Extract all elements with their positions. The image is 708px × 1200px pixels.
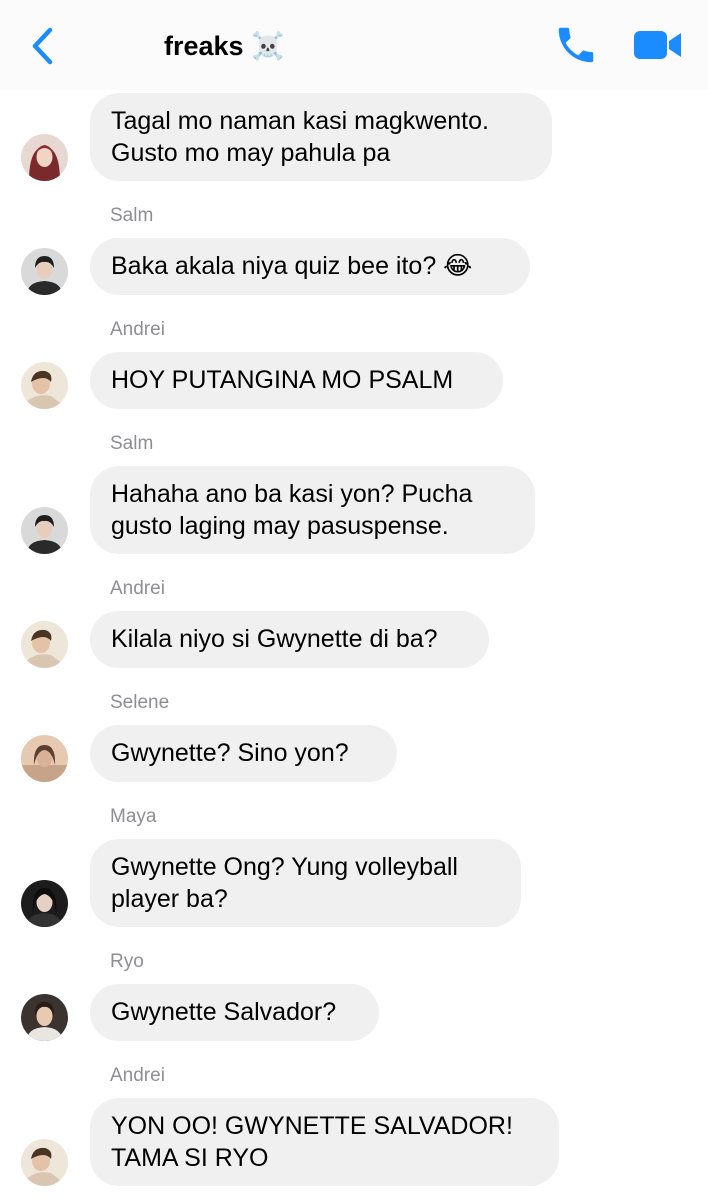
avatar-photo [21, 621, 68, 668]
message-bubble[interactable]: Baka akala niya quiz bee ito? 😂 [90, 238, 530, 295]
avatar[interactable] [21, 134, 68, 181]
avatar[interactable] [21, 880, 68, 927]
avatar[interactable] [21, 507, 68, 554]
sender-name: Maya [110, 806, 157, 827]
avatar-photo [21, 134, 68, 181]
message-group: Andrei HOY PUTANGINA MO PSALM [0, 318, 708, 413]
message-bubble[interactable]: Tagal mo naman kasi magkwento. Gusto mo … [90, 93, 552, 181]
message-group: Andrei Kilala niyo si Gwynette di ba? [0, 577, 708, 672]
avatar[interactable] [21, 621, 68, 668]
avatar-photo [21, 735, 68, 782]
sender-name: Ryo [110, 951, 144, 972]
message-bubble[interactable]: HOY PUTANGINA MO PSALM [90, 352, 503, 409]
avatar[interactable] [21, 1139, 68, 1186]
message-group: Maya Gwynette Ong? Yung volleyball playe… [0, 805, 708, 930]
sender-name: Andrei [110, 1065, 165, 1086]
message-group: Andrei YON OO! GWYNETTE SALVADOR! TAMA S… [0, 1064, 708, 1189]
back-button[interactable] [28, 24, 58, 68]
message-list[interactable]: Tagal mo naman kasi magkwento. Gusto mo … [0, 90, 708, 1200]
sender-name: Andrei [110, 578, 165, 599]
sender-name: Salm [110, 205, 154, 226]
chat-title[interactable]: freaks ☠️ [164, 26, 285, 66]
message-group: Salm Hahaha ano ba kasi yon? Pucha gusto… [0, 432, 708, 557]
video-camera-icon [634, 31, 681, 59]
message-bubble[interactable]: Kilala niyo si Gwynette di ba? [90, 611, 489, 668]
avatar-photo [21, 880, 68, 927]
avatar[interactable] [21, 735, 68, 782]
avatar[interactable] [21, 362, 68, 409]
avatar[interactable] [21, 994, 68, 1041]
message-bubble[interactable]: YON OO! GWYNETTE SALVADOR! TAMA SI RYO [90, 1098, 559, 1186]
chat-header: freaks ☠️ [0, 0, 708, 90]
message-bubble[interactable]: Gwynette? Sino yon? [90, 725, 397, 782]
message-group: Selene Gwynette? Sino yon? [0, 691, 708, 786]
phone-icon [558, 27, 594, 63]
message-bubble[interactable]: Gwynette Salvador? [90, 984, 379, 1041]
sender-name: Salm [110, 433, 154, 454]
message-group: Tagal mo naman kasi magkwento. Gusto mo … [0, 90, 708, 185]
back-chevron-icon [32, 27, 53, 65]
avatar-photo [21, 507, 68, 554]
avatar-photo [21, 1139, 68, 1186]
video-call-button[interactable] [632, 28, 684, 62]
sender-name: Selene [110, 692, 170, 713]
message-group: Ryo Gwynette Salvador? [0, 950, 708, 1045]
message-bubble[interactable]: Hahaha ano ba kasi yon? Pucha gusto lagi… [90, 466, 535, 554]
message-bubble[interactable]: Gwynette Ong? Yung volleyball player ba? [90, 839, 521, 927]
call-button[interactable] [552, 22, 600, 68]
avatar-photo [21, 994, 68, 1041]
message-group: Salm Baka akala niya quiz bee ito? 😂 [0, 204, 708, 299]
avatar[interactable] [21, 248, 68, 295]
avatar-photo [21, 362, 68, 409]
avatar-photo [21, 248, 68, 295]
sender-name: Andrei [110, 319, 165, 340]
